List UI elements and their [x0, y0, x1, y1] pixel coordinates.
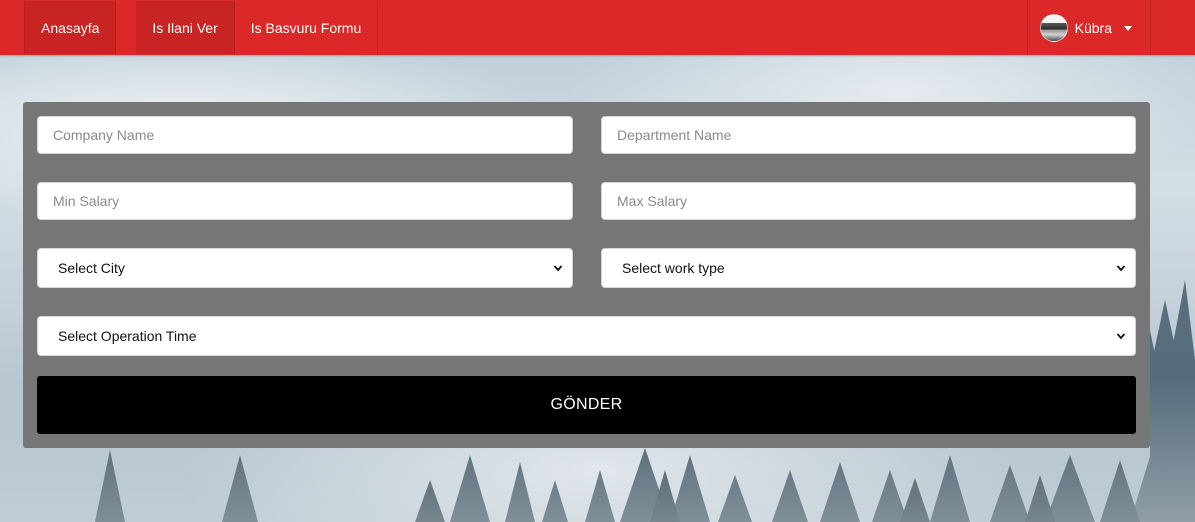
city-select[interactable]: Select City [37, 248, 573, 288]
user-avatar [1039, 13, 1068, 42]
work-type-select-value: Select work type [622, 260, 725, 276]
caret-down-icon [1124, 26, 1132, 31]
department-name-input[interactable] [601, 116, 1136, 154]
user-name: Kübra [1074, 19, 1112, 36]
user-menu-dropdown[interactable]: Kübra [1026, 0, 1151, 55]
city-select-value: Select City [58, 260, 125, 276]
nav-item-is-ilani-ver[interactable]: Is Ilani Ver [136, 1, 235, 54]
submit-button[interactable]: GÖNDER [37, 376, 1136, 434]
chevron-down-icon [1116, 265, 1126, 272]
nav-item-anasayfa[interactable]: Anasayfa [24, 1, 117, 54]
top-navbar: Anasayfa Is Ilani Ver Is Basvuru Formu K… [0, 0, 1195, 55]
company-name-input[interactable] [37, 116, 573, 154]
max-salary-input[interactable] [601, 182, 1136, 220]
work-type-select[interactable]: Select work type [601, 248, 1136, 288]
min-salary-input[interactable] [37, 182, 573, 220]
operation-time-select[interactable]: Select Operation Time [37, 316, 1136, 356]
nav-item-label: Anasayfa [41, 19, 100, 36]
nav-item-is-basvuru-formu[interactable]: Is Basvuru Formu [235, 1, 379, 54]
nav-item-label: Is Ilani Ver [152, 19, 218, 36]
chevron-down-icon [1116, 333, 1126, 340]
nav-gap [116, 0, 136, 55]
job-posting-form: Select City Select work type Select Oper… [23, 102, 1150, 448]
operation-time-select-value: Select Operation Time [58, 328, 197, 344]
chevron-down-icon [553, 265, 563, 272]
nav-item-label: Is Basvuru Formu [250, 19, 362, 36]
